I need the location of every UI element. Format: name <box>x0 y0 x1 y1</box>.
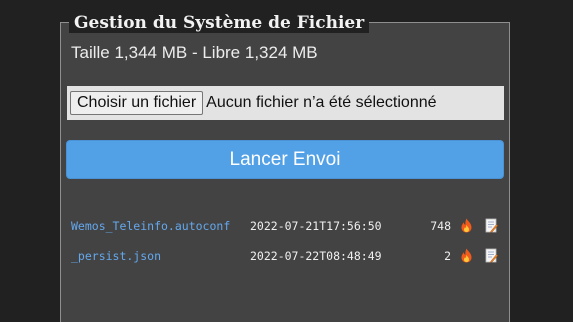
file-input: Choisir un fichier Aucun fichier n’a été… <box>67 86 504 120</box>
file-row: _persist.json 2022-07-22T08:48:49 2 <box>71 247 503 277</box>
choose-file-button[interactable]: Choisir un fichier <box>70 91 204 115</box>
fire-icon[interactable] <box>460 218 473 233</box>
file-size: 2 <box>444 249 451 263</box>
edit-icon[interactable] <box>485 248 498 263</box>
panel-title: Gestion du Système de Fichier <box>69 13 370 33</box>
file-date: 2022-07-21T17:56:50 <box>250 219 382 233</box>
edit-icon[interactable] <box>485 218 498 233</box>
file-name-link[interactable]: Wemos_Teleinfo.autoconf <box>71 219 230 233</box>
file-list: Wemos_Teleinfo.autoconf 2022-07-21T17:56… <box>71 217 503 277</box>
storage-size-info: Taille 1,344 MB - Libre 1,324 MB <box>71 43 318 62</box>
fire-icon[interactable] <box>460 248 473 263</box>
file-system-panel: Gestion du Système de Fichier Taille 1,3… <box>60 13 510 322</box>
file-name-link[interactable]: _persist.json <box>71 249 161 263</box>
file-row: Wemos_Teleinfo.autoconf 2022-07-21T17:56… <box>71 217 503 247</box>
no-file-selected-label: Aucun fichier n’a été sélectionné <box>206 94 437 111</box>
send-upload-button[interactable]: Lancer Envoi <box>66 140 504 179</box>
file-date: 2022-07-22T08:48:49 <box>250 249 382 263</box>
file-size: 748 <box>430 219 451 233</box>
